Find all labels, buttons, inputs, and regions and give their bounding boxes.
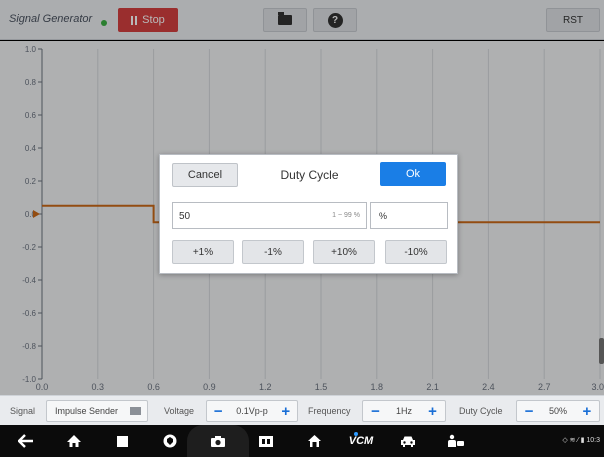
frequency-stepper: − 1Hz + (362, 400, 446, 422)
status-bar-text: ◇ ≋ ⁄ ▮ 10:3 (562, 437, 600, 444)
plus-10-button[interactable]: +10% (313, 240, 375, 264)
plus-1-button[interactable]: +1% (172, 240, 234, 264)
duty-cycle-input-value: 50 (179, 211, 191, 222)
vcm-icon[interactable]: VCM (346, 425, 376, 457)
voltage-label: Voltage (164, 406, 195, 416)
duty-cycle-input[interactable]: 50 1 ~ 99 % (172, 202, 367, 229)
duty-cycle-label: Duty Cycle (459, 406, 503, 416)
recents-icon[interactable] (110, 425, 134, 457)
vci-home-icon[interactable] (302, 425, 326, 457)
vcm-label: VCM (348, 435, 374, 447)
frequency-value: 1Hz (395, 406, 412, 416)
user-car-icon[interactable] (444, 425, 468, 457)
ok-button[interactable]: Ok (380, 162, 446, 186)
system-nav-bar: VCM ◇ ≋ ⁄ ▮ 10:3 (0, 425, 604, 457)
shield-icon[interactable] (158, 425, 182, 457)
voltage-stepper: − 0.1Vp-p + (206, 400, 298, 422)
control-bar: Signal Impulse Sender Voltage − 0.1Vp-p … (0, 395, 604, 425)
minus-1-button[interactable]: -1% (242, 240, 304, 264)
voltage-minus-button[interactable]: − (214, 404, 223, 419)
minus-10-button[interactable]: -10% (385, 240, 447, 264)
screen-record-icon[interactable] (254, 425, 278, 457)
frequency-plus-button[interactable]: + (428, 404, 437, 419)
unit-label: % (379, 211, 388, 221)
home-icon[interactable] (62, 425, 86, 457)
duty-cycle-dialog: Cancel Duty Cycle Ok 50 1 ~ 99 % % +1% -… (159, 154, 458, 274)
range-hint: 1 ~ 99 % (332, 212, 360, 219)
voltage-value: 0.1Vp-p (236, 406, 268, 416)
voltage-plus-button[interactable]: + (281, 404, 290, 419)
duty-cycle-minus-button[interactable]: − (525, 404, 534, 419)
frequency-minus-button[interactable]: − (371, 404, 380, 419)
back-icon[interactable] (14, 425, 38, 457)
camera-icon[interactable] (206, 425, 230, 457)
signal-label: Signal (10, 406, 36, 416)
vcm-status-dot (354, 432, 358, 436)
duty-cycle-plus-button[interactable]: + (582, 404, 591, 419)
duty-cycle-value[interactable]: 50% (549, 406, 567, 416)
duty-cycle-stepper: − 50% + (516, 400, 600, 422)
car-icon[interactable] (396, 425, 420, 457)
folder-icon[interactable] (130, 407, 141, 415)
frequency-label: Frequency (308, 406, 351, 416)
signal-value: Impulse Sender (55, 406, 119, 416)
unit-field: % (370, 202, 448, 229)
signal-select[interactable]: Impulse Sender (46, 400, 148, 422)
